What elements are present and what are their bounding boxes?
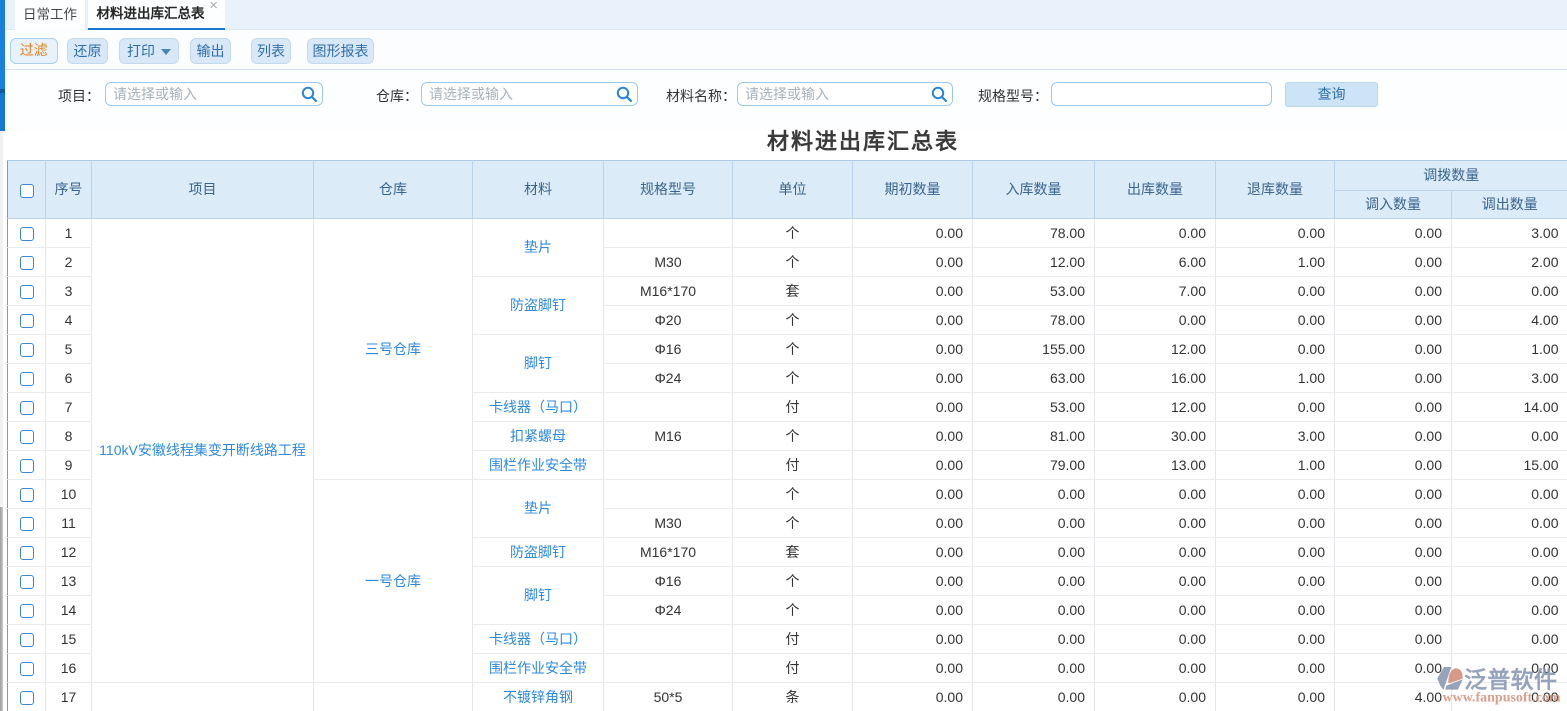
svg-text:泛普软件: 泛普软件 (1464, 667, 1557, 693)
svg-text:www.fanpusoft.com: www.fanpusoft.com (1443, 691, 1561, 706)
